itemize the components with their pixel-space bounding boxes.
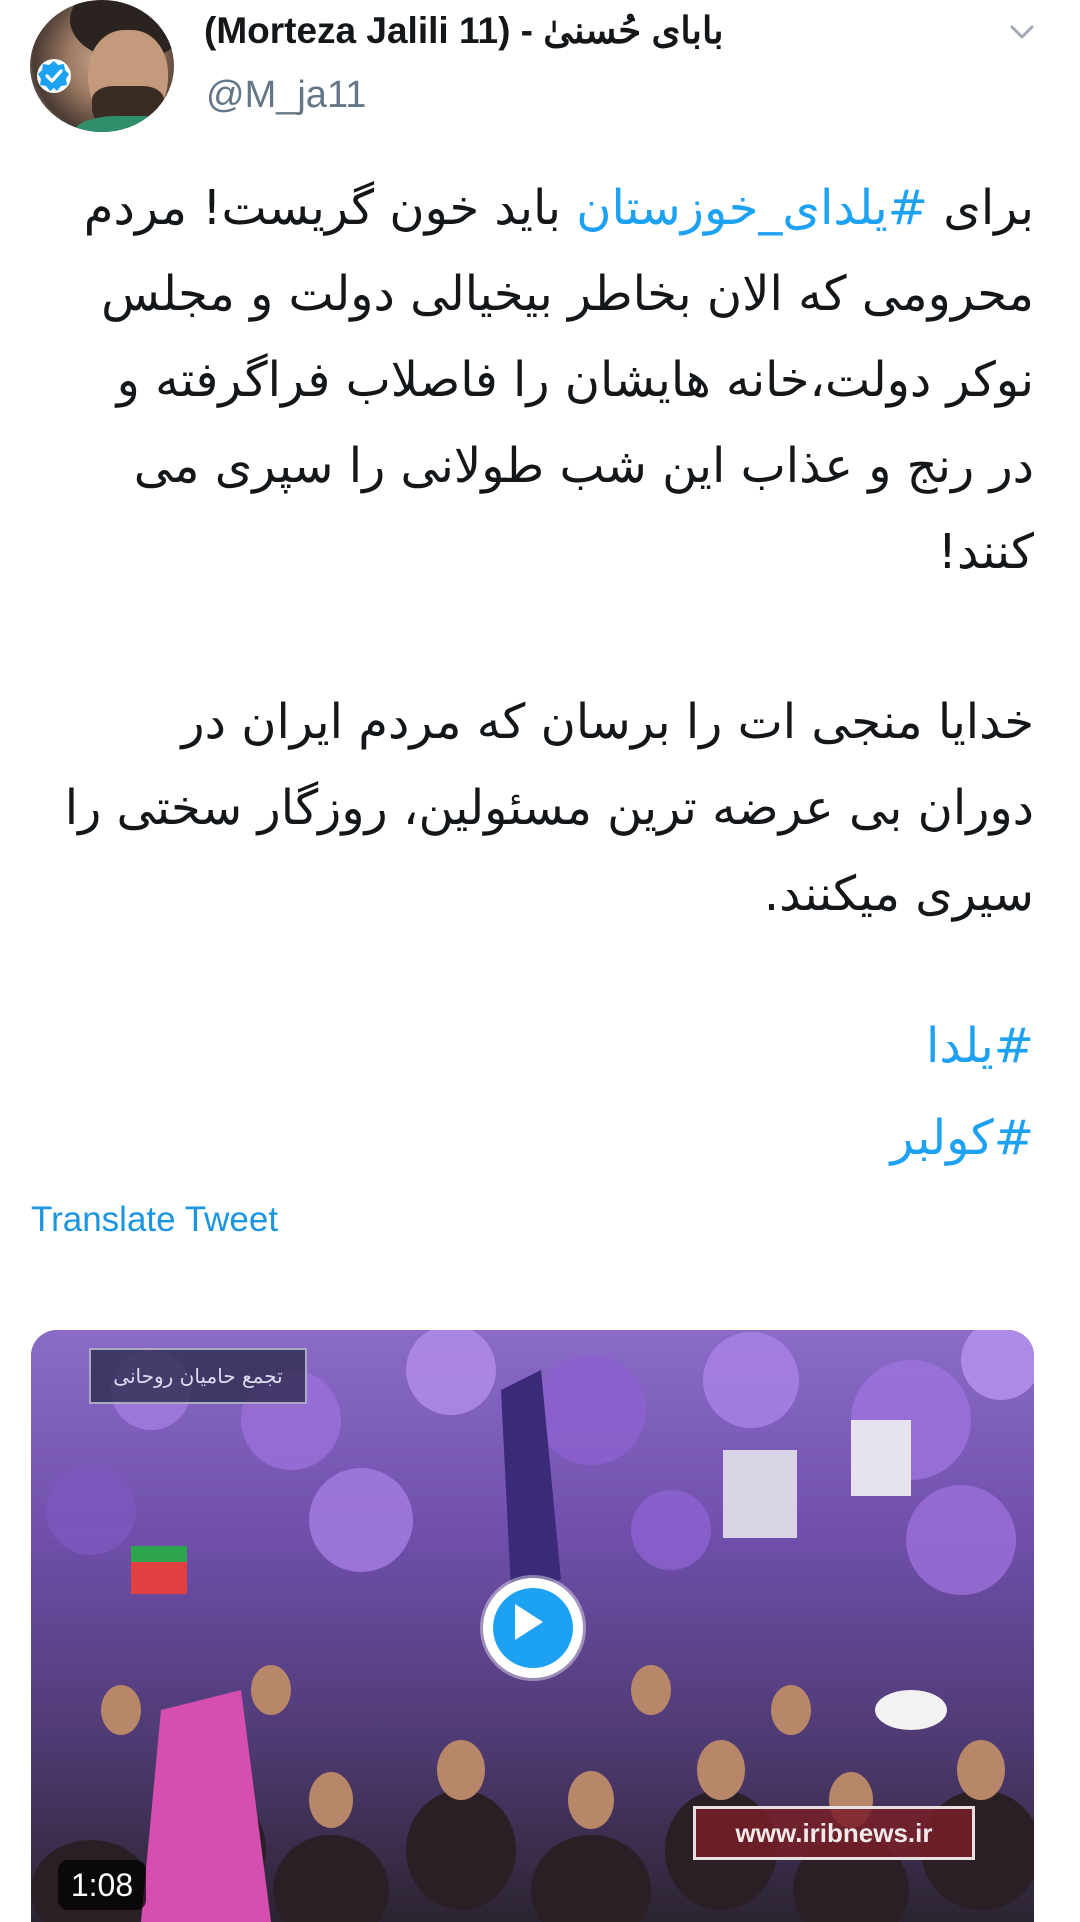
- hashtag-link[interactable]: #کولبر: [62, 1092, 1034, 1184]
- tweet-text-suffix: باید خون گریست! مردم محرومی که الان بخاط…: [83, 180, 1034, 580]
- hashtag-link[interactable]: #یلدا: [62, 1000, 1034, 1092]
- tweet-paragraph-1: برای #یلدای_خوزستان باید خون گریست! مردم…: [62, 165, 1034, 595]
- tweet-text-prefix: برای: [927, 180, 1034, 236]
- user-handle[interactable]: @M_ja11: [206, 72, 366, 118]
- verified-badge-icon: [37, 59, 71, 93]
- hashtag-link[interactable]: #یلدای_خوزستان: [576, 180, 928, 236]
- tweet-card: بابای حُسنیٰ - (Morteza Jalili 11) @M_ja…: [0, 0, 1080, 1922]
- hashtag-list: #یلدا #کولبر: [62, 1000, 1034, 1184]
- tweet-text: برای #یلدای_خوزستان باید خون گریست! مردم…: [62, 165, 1034, 937]
- translate-tweet-link[interactable]: Translate Tweet: [31, 1198, 278, 1242]
- chevron-down-icon[interactable]: [1004, 14, 1040, 50]
- video-player[interactable]: تجمع حامیان روحانی www.iribnews.ir 1:08: [31, 1330, 1034, 1922]
- tweet-paragraph-2: خدایا منجی ات را برسان که مردم ایران در …: [64, 694, 1034, 922]
- video-duration: 1:08: [58, 1860, 146, 1910]
- play-icon: [515, 1604, 543, 1640]
- video-caption-overlay: تجمع حامیان روحانی: [89, 1348, 307, 1404]
- avatar-shirt: [74, 116, 174, 132]
- play-button[interactable]: [483, 1578, 583, 1678]
- display-name[interactable]: بابای حُسنیٰ - (Morteza Jalili 11): [204, 8, 784, 54]
- channel-watermark: www.iribnews.ir: [693, 1806, 975, 1860]
